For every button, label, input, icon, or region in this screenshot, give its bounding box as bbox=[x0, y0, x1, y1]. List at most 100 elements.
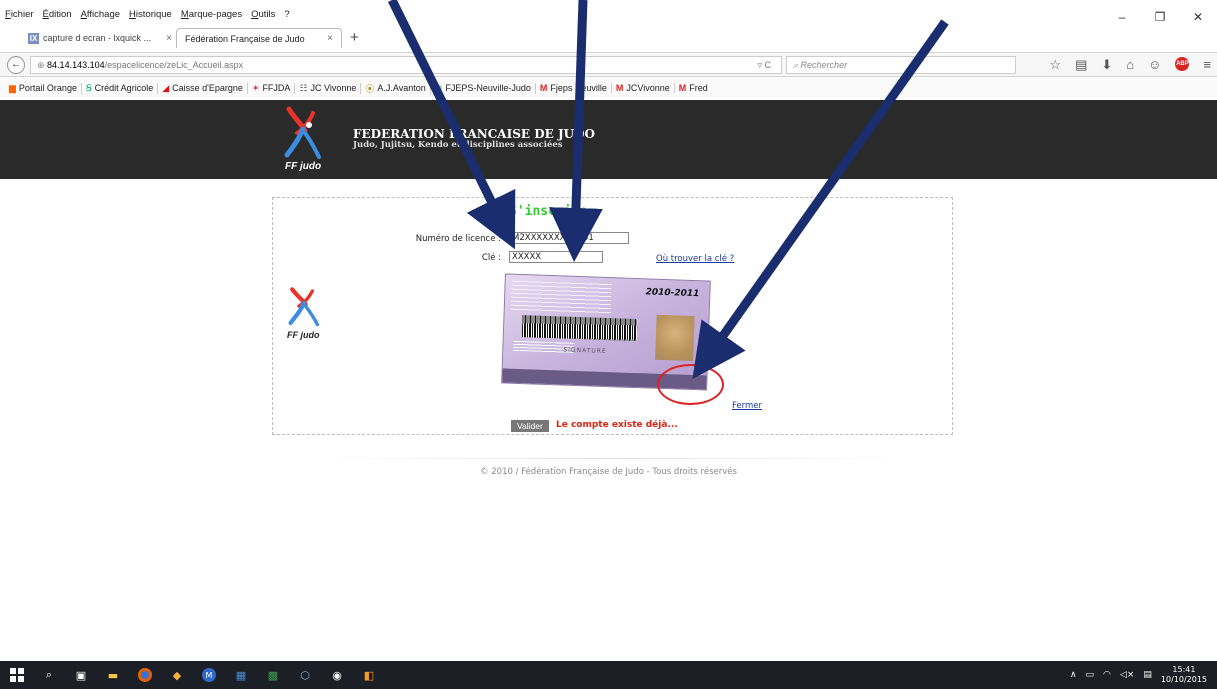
svg-text:M: M bbox=[206, 671, 213, 680]
menu-bar: Fichier Édition Affichage Historique Mar… bbox=[0, 0, 1217, 24]
media-icon[interactable]: ◉ bbox=[328, 666, 346, 684]
tab-label: Fédération Française de Judo bbox=[185, 33, 305, 44]
licence-input[interactable]: M2XXXXXXXXXX01 bbox=[509, 232, 629, 244]
close-icon[interactable]: ✕ bbox=[1179, 10, 1217, 24]
minimize-icon[interactable]: – bbox=[1103, 10, 1141, 24]
chat-icon[interactable]: ☺ bbox=[1148, 57, 1161, 73]
bookmark-label: Crédit Agricole bbox=[94, 83, 154, 93]
tab-ffjudo[interactable]: Fédération Française de Judo × bbox=[176, 28, 342, 48]
wifi-icon[interactable]: ◠ bbox=[1103, 670, 1111, 680]
maxthon-icon[interactable]: M bbox=[200, 666, 218, 684]
app-icon[interactable]: ▦ bbox=[232, 666, 250, 684]
menu-marque-pages[interactable]: Marque-pages bbox=[181, 9, 242, 20]
bookmark-label: Fjeps Neuville bbox=[550, 83, 607, 93]
bookmark-fjeps-neuville[interactable]: M Fjeps Neuville bbox=[536, 83, 612, 93]
valider-button[interactable]: Valider bbox=[511, 420, 549, 432]
close-link[interactable]: Fermer bbox=[732, 401, 762, 411]
downloads-icon[interactable]: ⬇ bbox=[1101, 57, 1112, 73]
tab-close-icon[interactable]: × bbox=[166, 33, 172, 44]
bookmark-label: Caisse d'Epargne bbox=[172, 83, 243, 93]
error-message: Le compte existe déjà... bbox=[556, 420, 678, 430]
network-icon[interactable]: ⬡ bbox=[296, 666, 314, 684]
menu-outils[interactable]: Outils bbox=[251, 9, 275, 20]
find-key-link[interactable]: Où trouver la clé ? bbox=[656, 254, 734, 264]
windows-taskbar: ⌕ ▣ ▬ ◆ M ▦ ▩ ⬡ ◉ ◧ ∧ ▭ ◠ ◁× ▤ 15:41 10/… bbox=[0, 661, 1217, 689]
chevron-up-icon[interactable]: ∧ bbox=[1070, 670, 1077, 680]
bookmark-label: Portail Orange bbox=[18, 83, 77, 93]
bookmark-jcvivonne[interactable]: M JCVivonne bbox=[612, 83, 675, 93]
menu-list: Fichier Édition Affichage Historique Mar… bbox=[5, 9, 290, 20]
reading-list-icon[interactable]: ▤ bbox=[1075, 57, 1087, 73]
windows-start-icon[interactable] bbox=[8, 666, 26, 684]
bookmark-star-icon[interactable]: ☆ bbox=[1049, 57, 1061, 73]
bookmark-label: JC Vivonne bbox=[310, 83, 357, 93]
reload-icon[interactable]: ▿ C bbox=[757, 57, 771, 73]
tab-capture[interactable]: IX capture d ecran - lxquick ... × bbox=[20, 28, 180, 48]
logo-text: FF judo bbox=[285, 161, 322, 172]
excel-icon[interactable]: ▩ bbox=[264, 666, 282, 684]
bookmark-fred[interactable]: M Fred bbox=[675, 83, 712, 93]
volume-icon[interactable]: ◁× bbox=[1120, 670, 1134, 680]
menu-aide[interactable]: ? bbox=[284, 9, 289, 20]
footer-copyright: © 2010 / Fédération Française de Judo - … bbox=[480, 467, 737, 477]
search-icon: ⌕ bbox=[793, 60, 801, 70]
menu-fichier[interactable]: Fichier bbox=[5, 9, 34, 20]
logo-text: FF judo bbox=[287, 330, 320, 340]
ffjda-icon: ✶ bbox=[251, 82, 260, 93]
circle-icon: ⦿ bbox=[365, 83, 375, 94]
page-icon: ☷ bbox=[299, 82, 308, 93]
licence-label: Numéro de licence : bbox=[415, 234, 501, 244]
registration-panel: S'inscrire Numéro de licence : M2XXXXXXX… bbox=[272, 197, 953, 435]
taskbar-icons: ⌕ ▣ ▬ ◆ M ▦ ▩ ⬡ ◉ ◧ bbox=[8, 666, 378, 684]
tab-bar: IX capture d ecran - lxquick ... × Fédér… bbox=[0, 28, 1217, 48]
tab-close-icon[interactable]: × bbox=[327, 33, 333, 44]
url-bar[interactable]: ⊕ 84.14.143.104/espacelicence/zeLic_Accu… bbox=[30, 56, 782, 74]
file-explorer-icon[interactable]: ▬ bbox=[104, 666, 122, 684]
orange-icon: ▆ bbox=[9, 82, 16, 93]
ixquick-favicon-icon: IX bbox=[28, 32, 39, 44]
form-title: S'inscrire bbox=[509, 204, 588, 219]
app2-icon[interactable]: ◧ bbox=[360, 666, 378, 684]
firefox-icon[interactable] bbox=[136, 666, 154, 684]
bookmark-ffjda[interactable]: ✶ FFJDA bbox=[248, 82, 296, 94]
bookmark-label: FFJDA bbox=[262, 83, 291, 93]
caisse-epargne-icon: ◢ bbox=[162, 82, 170, 93]
menu-historique[interactable]: Historique bbox=[129, 9, 172, 20]
search-icon[interactable]: ⌕ bbox=[40, 666, 58, 684]
search-placeholder: Rechercher bbox=[800, 60, 848, 70]
bookmark-jc-vivonne[interactable]: ☷ JC Vivonne bbox=[295, 82, 362, 94]
ffjudo-logo[interactable]: FF judo bbox=[283, 105, 323, 175]
bookmark-credit-agricole[interactable]: Ꞩ Crédit Agricole bbox=[82, 82, 159, 94]
site-header: FF judo FEDERATION FRANCAISE DE JUDO Jud… bbox=[0, 100, 1217, 179]
back-button[interactable]: ← bbox=[7, 56, 25, 74]
judoka-logo-icon bbox=[288, 287, 320, 327]
footer-divider bbox=[312, 458, 912, 459]
blocked-icon: ⊘ bbox=[434, 82, 443, 93]
menu-icon[interactable]: ≡ bbox=[1203, 57, 1211, 73]
menu-edition[interactable]: Édition bbox=[43, 9, 72, 20]
home-icon[interactable]: ⌂ bbox=[1126, 57, 1134, 73]
bookmark-aj-avanton[interactable]: ⦿ A.J.Avanton bbox=[361, 81, 431, 95]
clock[interactable]: 15:41 10/10/2015 bbox=[1161, 665, 1207, 685]
card-year: 2010-2011 bbox=[645, 287, 700, 300]
restore-icon[interactable]: ❐ bbox=[1141, 10, 1179, 24]
bookmark-caisse-epargne[interactable]: ◢ Caisse d'Epargne bbox=[158, 82, 248, 94]
photo-placeholder bbox=[655, 314, 695, 362]
notification-icon[interactable]: ▤ bbox=[1143, 670, 1152, 680]
bookmark-portail-orange[interactable]: ▆ Portail Orange bbox=[5, 82, 82, 94]
gmail-icon: M bbox=[615, 83, 624, 93]
bookmark-label: Fred bbox=[689, 83, 708, 93]
adblock-icon[interactable]: ABP bbox=[1175, 57, 1190, 71]
bookmark-fjeps-neuville-judo[interactable]: ⊘ FJEPS-Neuville-Judo bbox=[431, 82, 536, 94]
paint-icon[interactable]: ◆ bbox=[168, 666, 186, 684]
search-input[interactable]: ⌕ Rechercher bbox=[786, 56, 1016, 74]
new-tab-icon[interactable]: + bbox=[350, 29, 359, 46]
menu-affichage[interactable]: Affichage bbox=[81, 9, 120, 20]
key-highlight-circle bbox=[657, 364, 724, 405]
bookmarks-bar: ▆ Portail Orange Ꞩ Crédit Agricole ◢ Caisse… bbox=[0, 78, 1217, 98]
cle-input[interactable]: XXXXX bbox=[509, 251, 603, 263]
barcode-image bbox=[521, 315, 638, 342]
store-icon[interactable]: ▣ bbox=[72, 666, 90, 684]
judoka-logo-icon bbox=[284, 106, 321, 159]
battery-icon[interactable]: ▭ bbox=[1086, 670, 1095, 680]
